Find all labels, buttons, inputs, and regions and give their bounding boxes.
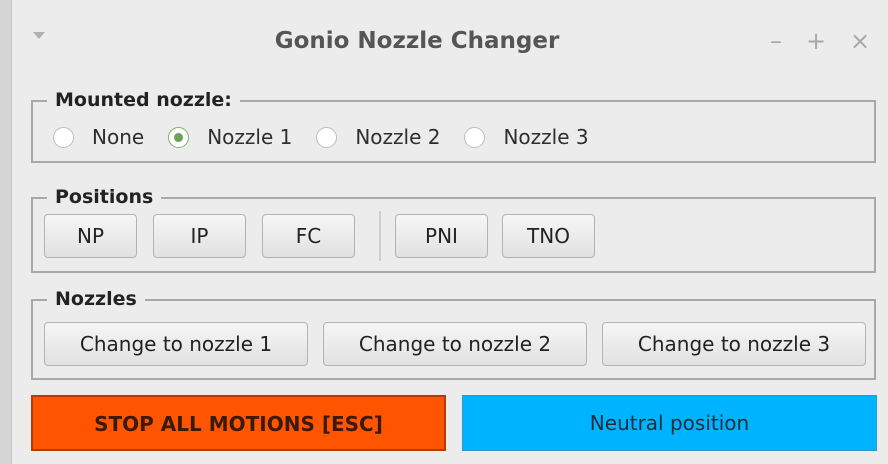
mounted-nozzle-radio-group: None Nozzle 1 Nozzle 2 Nozzle 3 — [53, 122, 613, 152]
change-to-nozzle-3-button[interactable]: Change to nozzle 3 — [602, 322, 866, 366]
radio-nozzle-1-indicator[interactable] — [168, 126, 190, 148]
radio-none[interactable]: None — [53, 125, 144, 149]
positions-group: Positions NP IP FC PNI TNO — [31, 185, 876, 273]
neutral-position-button[interactable]: Neutral position — [462, 395, 877, 451]
positions-label: Positions — [47, 185, 162, 209]
ip-button[interactable]: IP — [153, 214, 246, 258]
np-button[interactable]: NP — [44, 214, 137, 258]
fc-button[interactable]: FC — [262, 214, 355, 258]
radio-nozzle-2-indicator[interactable] — [316, 126, 338, 148]
radio-none-indicator[interactable] — [53, 126, 74, 148]
close-icon[interactable]: × — [846, 24, 874, 58]
change-to-nozzle-2-button[interactable]: Change to nozzle 2 — [323, 322, 587, 366]
mounted-nozzle-label: Mounted nozzle: — [47, 88, 240, 112]
radio-nozzle-3-indicator[interactable] — [464, 126, 486, 148]
mounted-nozzle-group: Mounted nozzle: None Nozzle 1 Nozzle 2 N… — [31, 88, 876, 163]
radio-nozzle-2-label: Nozzle 2 — [355, 125, 441, 149]
minimize-icon[interactable]: – — [762, 24, 790, 58]
radio-nozzle-1-label: Nozzle 1 — [207, 125, 293, 149]
nozzles-label: Nozzles — [47, 287, 145, 311]
radio-nozzle-3[interactable]: Nozzle 3 — [464, 125, 589, 149]
tno-button[interactable]: TNO — [502, 214, 595, 258]
radio-nozzle-3-label: Nozzle 3 — [503, 125, 589, 149]
title-bar[interactable]: Gonio Nozzle Changer – + × — [12, 0, 888, 80]
stop-all-motions-button[interactable]: STOP ALL MOTIONS [ESC] — [31, 395, 446, 451]
pni-button[interactable]: PNI — [395, 214, 488, 258]
radio-nozzle-1[interactable]: Nozzle 1 — [168, 125, 292, 149]
gonio-nozzle-changer-window: Gonio Nozzle Changer – + × Mounted nozzl… — [11, 0, 888, 464]
radio-none-label: None — [92, 125, 145, 149]
maximize-icon[interactable]: + — [802, 24, 830, 58]
change-to-nozzle-1-button[interactable]: Change to nozzle 1 — [44, 322, 308, 366]
positions-separator — [379, 211, 381, 261]
radio-nozzle-2[interactable]: Nozzle 2 — [316, 125, 440, 149]
window-title: Gonio Nozzle Changer — [274, 28, 560, 54]
nozzles-group: Nozzles Change to nozzle 1 Change to noz… — [31, 287, 876, 380]
